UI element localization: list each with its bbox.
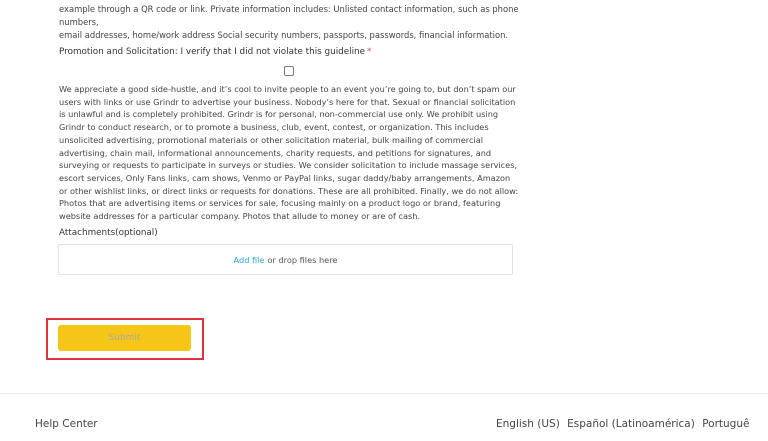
promotion-guideline-text: We appreciate a good side-hustle, and it… [59,84,519,222]
drop-files-text: or drop files here [267,254,338,265]
private-info-description: example through a QR code or link. Priva… [59,3,519,42]
add-file-link[interactable]: Add file [234,255,265,265]
private-info-line-2: email addresses, home/work address Socia… [59,30,509,40]
support-request-form-page: example through a QR code or link. Priva… [0,0,768,441]
promotion-checkbox-label: Promotion and Solicitation: I verify tha… [59,47,371,57]
promotion-label-text: Promotion and Solicitation: I verify tha… [59,47,366,57]
language-english-us[interactable]: English (US) [496,418,560,430]
footer-divider [0,393,768,394]
attachments-label: Attachments(optional) [59,228,158,238]
submit-button[interactable]: Submit [58,325,191,351]
private-info-line-1: example through a QR code or link. Priva… [59,4,519,27]
required-marker: * [367,47,372,57]
help-center-link[interactable]: Help Center [35,418,98,430]
promotion-verify-checkbox[interactable] [284,66,294,76]
language-espanol-latam[interactable]: Español (Latinoamérica) [567,418,695,430]
language-selector: English (US) Español (Latinoamérica) Por… [496,418,753,430]
language-portugues[interactable]: Portuguê [702,418,749,430]
file-dropzone[interactable]: Add file or drop files here [58,244,513,275]
